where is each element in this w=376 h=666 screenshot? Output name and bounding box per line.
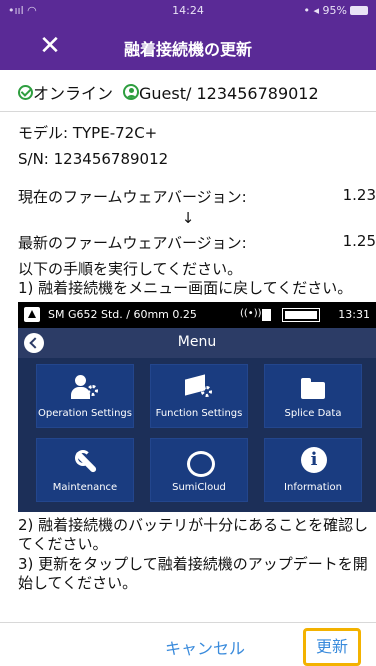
instructions-intro: 以下の手順を実行してください。 [18,260,243,278]
user-name: Guest/ [139,84,192,103]
device-menu-screenshot: SM G652 Std. / 60mm 0.25 ((•)) 13:31 Men… [18,302,376,512]
instruction-step-2: 2) 融着接続機のバッテリが十分にあることを確認してください。 [18,516,369,553]
connection-status: オンライン Guest/ 123456789012 [18,80,319,104]
current-firmware-row: 現在のファームウェアバージョン: 1.23 [18,186,376,207]
battery-icon [350,6,368,15]
current-firmware-label: 現在のファームウェアバージョン: [18,188,247,206]
app-header: ✕ 融着接続機の更新 [0,22,376,70]
tile-operation-settings: Operation Settings [36,364,134,428]
latest-firmware-row: 最新のファームウェアバージョン: 1.25 [18,232,376,253]
model-row: モデル: TYPE-72C+ [18,124,158,142]
device-status-bar: SM G652 Std. / 60mm 0.25 ((•)) 13:31 [18,302,376,328]
current-firmware-value: 1.23 [342,186,376,204]
home-icon [24,307,40,322]
wireless-icon: ((•)) [240,308,262,319]
box-gear-icon [179,373,219,401]
footer-divider [0,622,376,623]
latest-firmware-value: 1.25 [342,232,376,250]
tile-information: Information [264,438,362,502]
tile-function-settings: Function Settings [150,364,248,428]
battery-status: • ◂ 95% [304,4,368,17]
serial-value: 123456789012 [53,150,169,168]
person-gear-icon [65,373,105,401]
wrench-icon [65,447,105,475]
instruction-step-3: 3) 更新をタップして融着接続機のアップデートを開始してください。 [18,555,368,592]
sd-card-icon [262,309,271,321]
cloud-icon [179,447,219,477]
tile-sumicloud: SumiCloud [150,438,248,502]
model-value: TYPE-72C+ [72,124,158,142]
status-bar: •ııl ◠ 14:24 • ◂ 95% [0,0,376,22]
device-model: SM G652 Std. / 60mm 0.25 [48,308,197,321]
device-time: 13:31 [338,308,370,321]
instruction-step-1: 1) 融着接続機をメニュー画面に戻してください。 [18,279,353,297]
serial-row: S/N: 123456789012 [18,150,169,168]
device-battery-icon [282,308,320,322]
online-status: オンライン [33,84,114,103]
user-icon [123,84,140,100]
divider [0,111,376,112]
folder-icon [293,373,333,401]
tile-splice-data: Splice Data [264,364,362,428]
update-button[interactable]: 更新 [303,628,361,666]
info-icon [293,447,333,475]
tile-maintenance: Maintenance [36,438,134,502]
latest-firmware-label: 最新のファームウェアバージョン: [18,234,247,252]
user-id: 123456789012 [196,84,319,103]
device-menu-title: Menu [177,334,217,350]
down-arrow-icon: ↓ [181,209,195,227]
check-circle-icon [18,85,33,100]
cancel-button[interactable]: キャンセル [165,635,245,659]
device-menu-bar: Menu [18,328,376,358]
page-title: 融着接続機の更新 [123,40,252,59]
